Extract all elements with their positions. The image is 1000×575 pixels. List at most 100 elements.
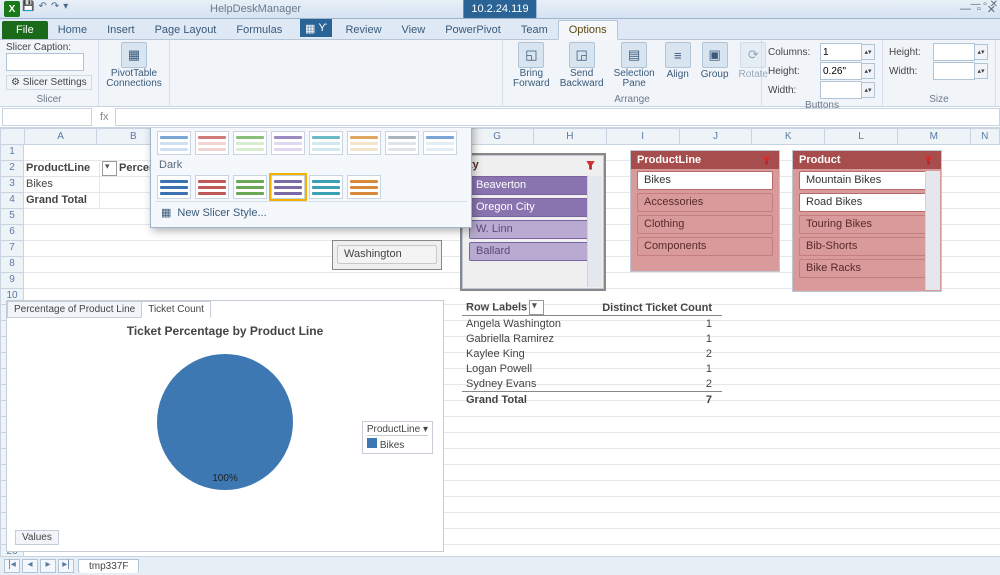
style-dark-1[interactable] [157,175,191,199]
app-window-controls[interactable]: — ▫ ✕ [971,0,998,10]
clear-filter-icon[interactable] [762,156,771,165]
prev-sheet-icon[interactable]: ◂ [22,559,38,573]
col-G[interactable]: G [461,128,534,145]
col-N[interactable]: N [971,128,1000,145]
worksheet-grid[interactable]: A B C D E F G H I J K L M N 123456789101… [0,128,1000,556]
selection-pane-button[interactable]: ▤Selection Pane [610,42,659,89]
slicer-product-item[interactable]: Touring Bikes [799,215,935,234]
row-4[interactable]: 4 [0,193,24,209]
undo-icon[interactable]: ↶ [38,1,46,12]
pivot-grand-total-label[interactable]: Grand Total [462,392,580,408]
tab-options[interactable]: Options [558,20,618,40]
row-2[interactable]: 2 [0,161,24,177]
slicer-city[interactable]: ty Beaverton Oregon City W. Linn Ballard [462,155,604,289]
style-light-3[interactable] [233,131,267,155]
slicer-product-item[interactable]: Mountain Bikes [799,171,935,190]
size-height-input[interactable] [933,43,975,61]
btn-width-spinner[interactable]: ▴▾ [862,82,875,98]
size-width-input[interactable] [933,62,975,80]
style-dark-5[interactable] [309,175,343,199]
pivot-row-value[interactable]: 2 [580,346,722,361]
last-sheet-icon[interactable]: ▸| [58,559,74,573]
row-5[interactable]: 5 [0,209,24,225]
tab-file[interactable]: File [2,21,48,39]
filter-dropdown-icon[interactable] [102,161,117,176]
tab-powerpivot[interactable]: PowerPivot [435,21,511,39]
group-button[interactable]: ▣Group [697,42,733,89]
name-box[interactable] [2,108,92,126]
cell-A2[interactable]: ProductLine [24,161,100,176]
align-button[interactable]: ≡Align [661,42,695,89]
col-J[interactable]: J [680,128,753,145]
col-H[interactable]: H [534,128,607,145]
slicer-productline-item[interactable]: Clothing [637,215,773,234]
col-I[interactable]: I [607,128,680,145]
slicer-style-gallery[interactable]: Custom Light Dark ▦New Slicer Style... [150,128,472,228]
col-M[interactable]: M [898,128,971,145]
save-icon[interactable]: 💾 [22,1,34,12]
style-light-6[interactable] [347,131,381,155]
slicer-productline-item[interactable]: Accessories [637,193,773,212]
slicer-product[interactable]: Product Mountain Bikes Road Bikes Tourin… [792,150,942,292]
bring-forward-button[interactable]: ◱Bring Forward [509,42,554,89]
chart-legend[interactable]: ProductLine ▾ Bikes [362,421,433,454]
pivottable-connections-button[interactable]: ▦ PivotTable Connections [102,42,166,89]
style-light-4[interactable] [271,131,305,155]
slicer-city-washington[interactable]: Washington [332,240,442,270]
slicer-scrollbar[interactable] [925,171,940,290]
slicer-productline-item[interactable]: Components [637,237,773,256]
row-9[interactable]: 9 [0,273,24,289]
slicer-caption-input[interactable] [6,53,84,71]
tab-page-layout[interactable]: Page Layout [145,21,227,39]
col-A[interactable]: A [25,128,98,145]
slicer-scrollbar[interactable] [587,176,602,287]
row-8[interactable]: 8 [0,257,24,273]
row-7[interactable]: 7 [0,241,24,257]
tab-view[interactable]: View [392,21,436,39]
slicer-settings-button[interactable]: ⚙ Slicer Settings [6,75,92,90]
columns-spinner[interactable]: ▴▾ [862,44,875,60]
style-light-1[interactable] [157,131,191,155]
tab-insert[interactable]: Insert [97,21,145,39]
style-light-8[interactable] [423,131,457,155]
chart-tab-ticketcount[interactable]: Ticket Count [141,301,211,318]
slicer-city-item[interactable]: Oregon City [469,198,597,217]
size-width-spinner[interactable]: ▴▾ [975,63,988,79]
pivot-row-name[interactable]: Gabriella Ramirez [462,331,580,346]
row-6[interactable]: 6 [0,225,24,241]
style-light-5[interactable] [309,131,343,155]
slicer-product-item[interactable]: Road Bikes [799,193,935,212]
select-all-corner[interactable] [0,128,25,145]
pivot-row-value[interactable]: 2 [580,376,722,392]
legend-filter-icon[interactable]: ▾ [423,424,428,435]
row-1[interactable]: 1 [0,145,24,161]
style-dark-2[interactable] [195,175,229,199]
quick-access-toolbar[interactable]: 💾 ↶ ↷ ▾ [22,1,68,12]
cell-A4[interactable]: Grand Total [24,193,100,208]
fx-icon[interactable]: fx [94,111,115,123]
slicer-city-item-washington[interactable]: Washington [337,245,437,264]
pivot-row-value[interactable]: 1 [580,361,722,376]
col-K[interactable]: K [752,128,825,145]
pivot-filter-icon[interactable] [529,300,544,315]
tab-home[interactable]: Home [48,21,97,39]
sheet-tab[interactable]: tmp337F [78,559,139,573]
slicer-productline[interactable]: ProductLine Bikes Accessories Clothing C… [630,150,780,272]
slicer-product-item[interactable]: Bib-Shorts [799,237,935,256]
pivot-row-value[interactable]: 1 [580,316,722,332]
btn-height-input[interactable] [820,62,862,80]
pivot-row-name[interactable]: Sydney Evans [462,376,580,392]
pivot-grand-total-value[interactable]: 7 [580,392,722,408]
cell-A3[interactable]: Bikes [24,177,100,192]
slicer-product-item[interactable]: Bike Racks [799,259,935,278]
qat-dropdown-icon[interactable]: ▾ [63,1,68,12]
style-dark-3[interactable] [233,175,267,199]
clear-filter-icon[interactable] [586,161,595,170]
sheet-nav[interactable]: |◂◂▸▸| [4,559,74,573]
pivot-table[interactable]: Row LabelsDistinct Ticket Count Angela W… [462,300,722,407]
minimize-icon[interactable]: — [960,3,971,16]
pivot-row-name[interactable]: Angela Washington [462,316,580,332]
clear-filter-icon[interactable] [924,156,933,165]
btn-height-spinner[interactable]: ▴▾ [862,63,875,79]
tab-team[interactable]: Team [511,21,558,39]
